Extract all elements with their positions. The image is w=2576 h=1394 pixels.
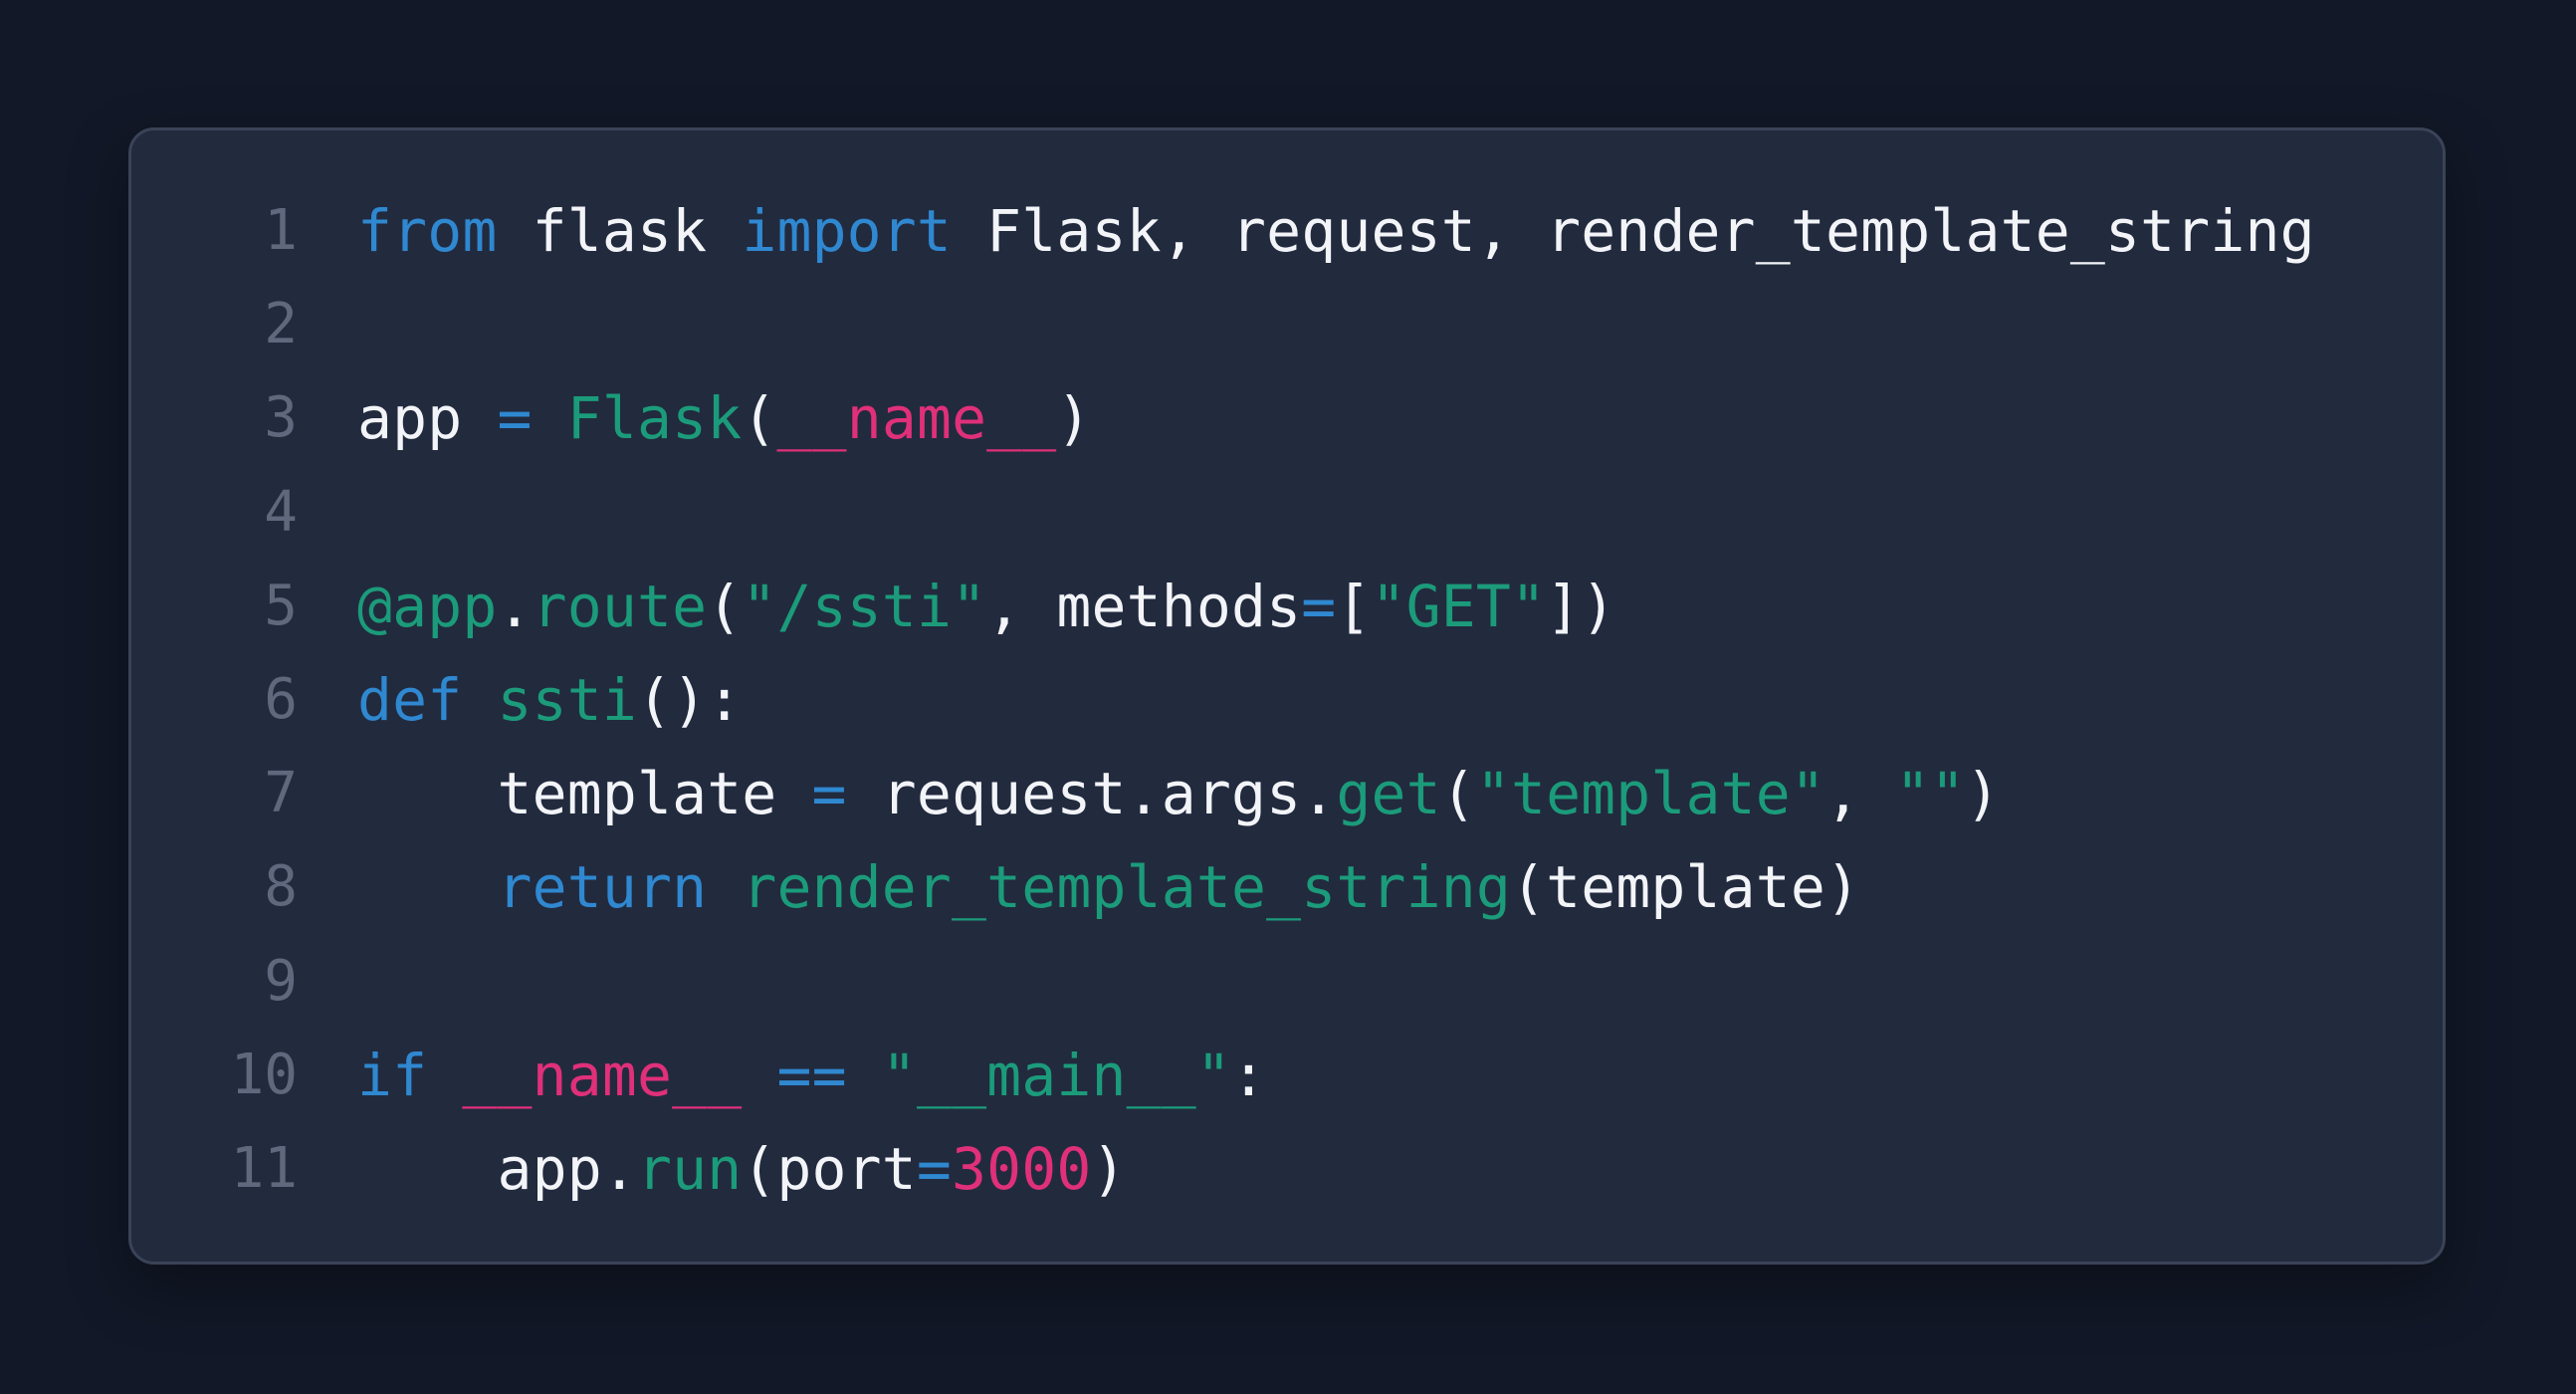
code-token-plain: request.args. <box>846 760 1337 828</box>
code-token-punct: [ <box>1336 572 1372 640</box>
code-token-punct: ( <box>1440 760 1476 828</box>
code-text: template = request.args.get("template", … <box>357 765 2001 822</box>
code-token-operator: = <box>1301 572 1337 640</box>
code-line: 5 @app.route("/ssti", methods=["GET"]) <box>131 560 2443 653</box>
code-token-punct: ) <box>1091 1134 1127 1203</box>
code-token-plain: , <box>1825 760 1896 828</box>
code-token-operator: = <box>916 1134 953 1203</box>
code-line: 9 <box>131 935 2443 1029</box>
code-token-operator: = <box>497 384 533 453</box>
line-number: 5 <box>264 573 298 638</box>
code-line: 10 if __name__ == "__main__": <box>131 1029 2443 1122</box>
code-line: 7 template = request.args.get("template"… <box>131 747 2443 840</box>
code-token-punct: (template) <box>1510 853 1861 922</box>
code-token-dunder: __name__ <box>462 1041 743 1109</box>
code-text: if __name__ == "__main__": <box>357 1046 1266 1104</box>
code-token-call: ssti <box>497 666 637 735</box>
code-token-plain: template <box>357 760 812 828</box>
line-number: 8 <box>264 854 298 920</box>
line-number: 7 <box>264 761 298 826</box>
code-token-keyword: return <box>497 853 708 922</box>
code-token-plain: . <box>497 572 533 640</box>
code-line: 8 return render_template_string(template… <box>131 840 2443 934</box>
code-token-punct: ) <box>1056 384 1092 453</box>
code-line: 4 <box>131 466 2443 560</box>
code-token-punct: ]) <box>1546 572 1616 640</box>
code-token-operator: = <box>811 760 847 828</box>
code-token-punct: : <box>1231 1041 1267 1109</box>
code-text: from flask import Flask, request, render… <box>357 202 2315 260</box>
line-number: 4 <box>264 479 298 545</box>
line-number: 9 <box>264 948 298 1014</box>
code-token-call: render_template_string <box>742 853 1511 922</box>
line-number: 1 <box>264 198 298 264</box>
code-token-string: "template" <box>1475 760 1826 828</box>
code-token-string: "/ssti" <box>742 572 987 640</box>
code-token-string: "" <box>1895 760 1966 828</box>
code-token-keyword: def <box>357 666 463 735</box>
code-text: return render_template_string(template) <box>357 858 1860 916</box>
code-editor-panel: 1 from flask import Flask, request, rende… <box>128 127 2446 1265</box>
code-token-punct: ) <box>1965 760 2001 828</box>
code-text: @app.route("/ssti", methods=["GET"]) <box>357 578 1615 635</box>
code-token-punct: ( <box>742 384 777 453</box>
line-number: 11 <box>230 1135 298 1201</box>
line-number: 2 <box>264 292 298 357</box>
line-number: 10 <box>230 1042 298 1107</box>
code-token-punct: (): <box>636 666 743 735</box>
code-text: app = Flask(__name__) <box>357 389 1092 447</box>
code-line: 11 app.run(port=3000) <box>131 1122 2443 1216</box>
code-token-punct: ( <box>707 572 743 640</box>
code-token-call: get <box>1336 760 1441 828</box>
line-number: 6 <box>264 667 298 733</box>
code-token-call: run <box>636 1134 743 1203</box>
code-text: app.run(port=3000) <box>357 1140 1127 1198</box>
code-token-keyword: import <box>742 197 953 266</box>
code-token-keyword: if <box>357 1041 428 1109</box>
code-text: def ssti(): <box>357 671 742 729</box>
code-token-plain: (port <box>742 1134 917 1203</box>
code-token-plain: app. <box>357 1134 637 1203</box>
code-token-plain: app <box>357 384 498 453</box>
code-token-string: "GET" <box>1371 572 1547 640</box>
code-token-string: "__main__" <box>881 1041 1232 1109</box>
code-token-dunder: __name__ <box>776 384 1057 453</box>
code-line: 6 def ssti(): <box>131 653 2443 747</box>
code-token-call: @app <box>357 572 498 640</box>
code-token-call: route <box>532 572 708 640</box>
line-number: 3 <box>264 385 298 451</box>
code-token-operator: == <box>776 1041 847 1109</box>
code-token-keyword: from <box>357 197 498 266</box>
code-token-call: Flask <box>566 384 743 453</box>
code-token-plain: , methods <box>986 572 1302 640</box>
code-line: 3 app = Flask(__name__) <box>131 371 2443 465</box>
code-token-plain: flask <box>497 197 743 266</box>
code-line: 2 <box>131 278 2443 371</box>
code-token-plain: Flask, request, render_template_string <box>952 197 2315 266</box>
code-lines: 1 from flask import Flask, request, rende… <box>131 184 2443 1216</box>
code-line: 1 from flask import Flask, request, rende… <box>131 184 2443 278</box>
code-token-number: 3000 <box>952 1134 1092 1203</box>
